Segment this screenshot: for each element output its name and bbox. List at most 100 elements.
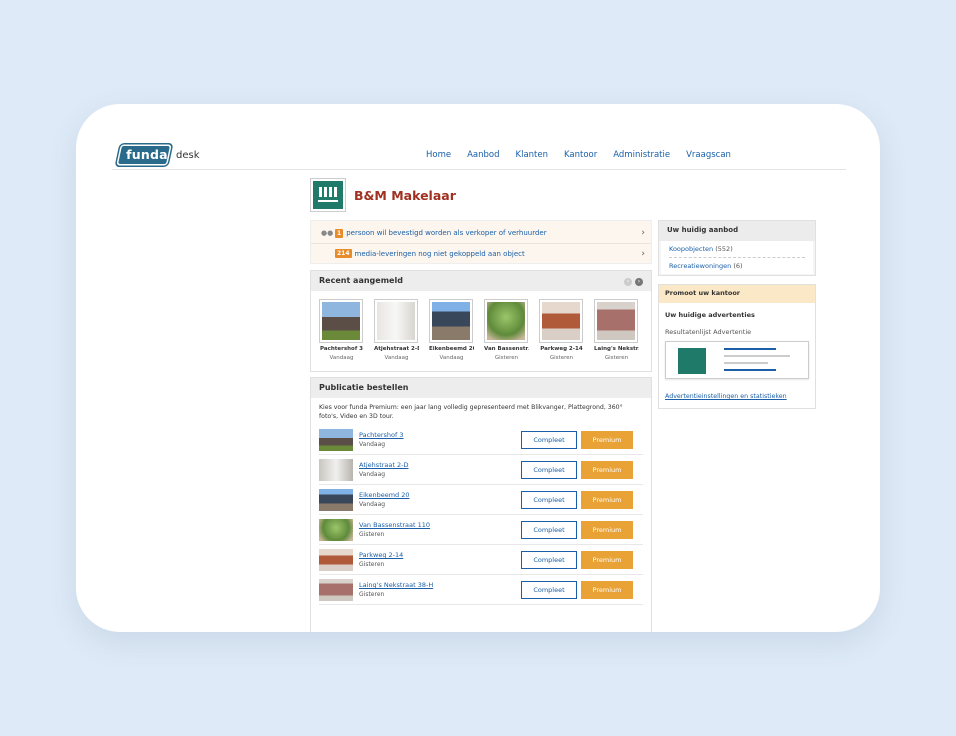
- notification-row[interactable]: 214 media-leveringen nog niet gekoppeld …: [311, 243, 651, 263]
- publication-list: Pachtershof 3 Vandaag Compleet Premium At…: [319, 425, 643, 605]
- recent-item-date: Gisteren: [604, 355, 629, 361]
- compleet-button[interactable]: Compleet: [521, 490, 577, 509]
- premium-button[interactable]: Premium: [581, 430, 633, 449]
- listing-link[interactable]: Parkweg 2-14: [359, 551, 519, 559]
- notification-count: 1: [335, 228, 344, 238]
- ad-preview[interactable]: [665, 341, 809, 379]
- ad-preview-line: [724, 362, 768, 364]
- recent-item[interactable]: Pachtershof 3 Vandaag: [319, 299, 364, 361]
- app-window: funda desk Home Aanbod Klanten Kantoor A…: [76, 104, 880, 632]
- recent-item[interactable]: Parkweg 2-14 Gisteren: [539, 299, 584, 361]
- ad-preview-line: [724, 369, 776, 371]
- aanbod-item[interactable]: Koopobjecten (552): [661, 241, 813, 257]
- house-photo: [487, 302, 525, 340]
- office-logo: [678, 348, 706, 374]
- recent-item-date: Gisteren: [549, 355, 574, 361]
- funda-logo[interactable]: funda: [118, 146, 170, 164]
- aanbod-item-count: (552): [715, 245, 733, 253]
- house-photo: [319, 548, 353, 571]
- notification-text: media-leveringen nog niet gekoppeld aan …: [354, 249, 525, 258]
- publication-row: Parkweg 2-14 Gisteren Compleet Premium: [319, 545, 643, 575]
- premium-button[interactable]: Premium: [581, 580, 633, 599]
- listing-date: Vandaag: [359, 501, 386, 508]
- compleet-button[interactable]: Compleet: [521, 460, 577, 479]
- listing-link[interactable]: Atjehstraat 2-D: [359, 461, 519, 469]
- ad-settings-link[interactable]: Advertentieinstellingen en statistieken: [665, 393, 787, 400]
- listing-link[interactable]: Laing's Nekstraat 38-H: [359, 581, 519, 589]
- recent-list: Pachtershof 3 Vandaag Atjehstraat 2-D Va…: [319, 299, 639, 361]
- nav-klanten[interactable]: Klanten: [516, 150, 548, 160]
- recent-item[interactable]: Laing's Nekstr… Gisteren: [594, 299, 639, 361]
- house-photo: [319, 578, 353, 601]
- office-name: B&M Makelaar: [354, 188, 456, 203]
- house-photo: [319, 428, 353, 451]
- nav-home[interactable]: Home: [426, 150, 451, 160]
- publication-row: Van Bassenstraat 110 Gisteren Compleet Pr…: [319, 515, 643, 545]
- office-logo-icon: [313, 181, 343, 209]
- listing-date: Vandaag: [359, 441, 386, 448]
- notification-row[interactable]: ●● 1 persoon wil bevestigd worden als ve…: [311, 223, 651, 243]
- aanbod-item[interactable]: Recreatiewoningen (6): [661, 258, 813, 274]
- carousel-controls: ‹ ›: [624, 278, 643, 286]
- promote-office-panel: Promoot uw kantoor Uw huidige advertenti…: [658, 284, 816, 409]
- aanbod-item-label[interactable]: Recreatiewoningen: [669, 262, 731, 270]
- recent-item-title: Parkweg 2-14: [540, 346, 583, 352]
- recent-item-date: Vandaag: [329, 355, 354, 361]
- carousel-next-icon[interactable]: ›: [635, 278, 643, 286]
- chevron-right-icon: ›: [641, 248, 645, 259]
- recent-item-date: Vandaag: [384, 355, 409, 361]
- publication-intro: Kies voor funda Premium: een jaar lang v…: [319, 404, 623, 420]
- recent-item[interactable]: Eikenbeemd 20 Vandaag: [429, 299, 474, 361]
- premium-button[interactable]: Premium: [581, 550, 633, 569]
- main-nav: Home Aanbod Klanten Kantoor Administrati…: [426, 150, 731, 160]
- house-photo: [319, 518, 353, 541]
- house-photo: [597, 302, 635, 340]
- nav-administratie[interactable]: Administratie: [613, 150, 670, 160]
- recent-title: Recent aangemeld: [311, 271, 651, 291]
- compleet-button[interactable]: Compleet: [521, 550, 577, 569]
- carousel-prev-icon[interactable]: ‹: [624, 278, 632, 286]
- recent-item-date: Gisteren: [494, 355, 519, 361]
- listing-date: Gisteren: [359, 561, 385, 568]
- ad-preview-line: [724, 355, 790, 357]
- ad-preview-line: [724, 348, 776, 350]
- house-photo: [432, 302, 470, 340]
- premium-button[interactable]: Premium: [581, 490, 633, 509]
- premium-button[interactable]: Premium: [581, 520, 633, 539]
- listing-link[interactable]: Van Bassenstraat 110: [359, 521, 519, 529]
- publication-row: Eikenbeemd 20 Vandaag Compleet Premium: [319, 485, 643, 515]
- notification-text: persoon wil bevestigd worden als verkope…: [346, 229, 547, 237]
- house-photo: [322, 302, 360, 340]
- compleet-button[interactable]: Compleet: [521, 520, 577, 539]
- nav-aanbod[interactable]: Aanbod: [467, 150, 499, 160]
- aanbod-title: Uw huidig aanbod: [659, 221, 815, 241]
- listing-link[interactable]: Pachtershof 3: [359, 431, 519, 439]
- compleet-button[interactable]: Compleet: [521, 430, 577, 449]
- listing-link[interactable]: Eikenbeemd 20: [359, 491, 519, 499]
- premium-button[interactable]: Premium: [581, 460, 633, 479]
- publication-row: Pachtershof 3 Vandaag Compleet Premium: [319, 425, 643, 455]
- listing-date: Gisteren: [359, 591, 385, 598]
- top-navigation-bar: funda desk Home Aanbod Klanten Kantoor A…: [112, 142, 846, 170]
- publication-panel: Publicatie bestellen Kies voor funda Pre…: [310, 377, 652, 632]
- current-listings-panel: Uw huidig aanbod Koopobjecten (552) Recr…: [658, 220, 816, 276]
- compleet-button[interactable]: Compleet: [521, 580, 577, 599]
- nav-kantoor[interactable]: Kantoor: [564, 150, 597, 160]
- notifications-box: ●● 1 persoon wil bevestigd worden als ve…: [310, 220, 652, 264]
- promo-subtitle: Uw huidige advertenties: [665, 311, 755, 319]
- aanbod-item-label[interactable]: Koopobjecten: [669, 245, 713, 253]
- nav-vraagscan[interactable]: Vraagscan: [686, 150, 731, 160]
- logo-suffix: desk: [176, 150, 200, 161]
- recent-item-title: Laing's Nekstr…: [594, 346, 639, 352]
- recent-item[interactable]: Van Bassenstr… Gisteren: [484, 299, 529, 361]
- listing-date: Vandaag: [359, 471, 386, 478]
- publication-row: Laing's Nekstraat 38-H Gisteren Compleet …: [319, 575, 643, 605]
- listing-date: Gisteren: [359, 531, 385, 538]
- recent-item-title: Van Bassenstr…: [484, 346, 529, 352]
- promo-text: Resultatenlijst Advertentie: [665, 328, 752, 336]
- recent-item[interactable]: Atjehstraat 2-D Vandaag: [374, 299, 419, 361]
- house-photo: [377, 302, 415, 340]
- promo-title: Promoot uw kantoor: [659, 285, 815, 303]
- aanbod-item-count: (6): [733, 262, 743, 270]
- chevron-right-icon: ›: [641, 228, 645, 238]
